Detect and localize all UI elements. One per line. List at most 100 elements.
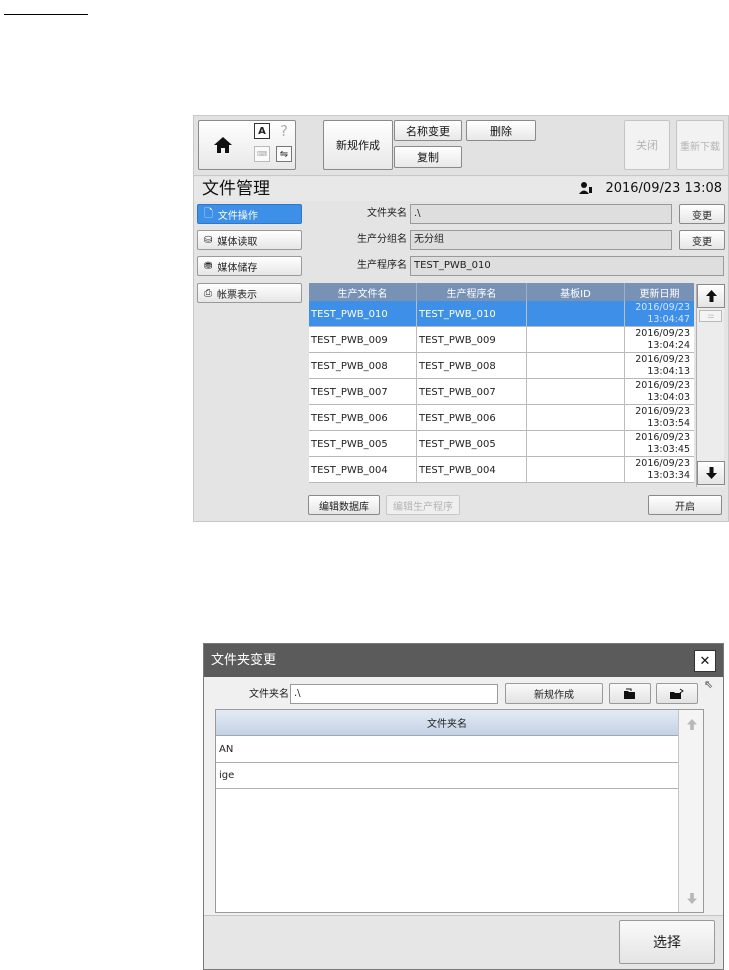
program-row: 生产程序名 TEST_PWB_010 bbox=[309, 256, 725, 276]
folder-up-icon bbox=[670, 688, 684, 699]
table-row[interactable]: TEST_PWB_008 TEST_PWB_008 2016/09/23 13:0… bbox=[309, 353, 694, 379]
cell-date: 2016/09/23 13:03:54 bbox=[625, 405, 694, 431]
table-row[interactable]: TEST_PWB_005 TEST_PWB_005 2016/09/23 13:0… bbox=[309, 431, 694, 457]
home-icon bbox=[214, 137, 232, 153]
table-header: 生产文件名 生产程序名 基板ID 更新日期 bbox=[309, 283, 694, 301]
close-button[interactable]: 关闭 bbox=[624, 120, 670, 170]
page-top-rule bbox=[4, 14, 88, 15]
cell-board-id bbox=[527, 405, 625, 431]
edit-program-button[interactable]: 编辑生产程序 bbox=[386, 495, 460, 515]
user-icon bbox=[579, 181, 593, 197]
arrow-down-icon bbox=[705, 467, 717, 479]
dialog-footer: 选择 bbox=[204, 915, 723, 969]
cell-file: TEST_PWB_007 bbox=[309, 379, 417, 405]
list-item[interactable]: ige bbox=[216, 763, 678, 789]
folder-list: 文件夹名 AN ige bbox=[215, 709, 704, 913]
group-change-button[interactable]: 变更 bbox=[679, 230, 725, 250]
sidebar-item-label: 帐票表示 bbox=[217, 289, 257, 301]
close-icon[interactable]: ✕ bbox=[694, 650, 716, 672]
col-update-date[interactable]: 更新日期 bbox=[625, 283, 694, 301]
cell-file: TEST_PWB_009 bbox=[309, 327, 417, 353]
table-scrollbar[interactable]: :::::: bbox=[696, 284, 725, 487]
open-folder-button[interactable] bbox=[609, 683, 651, 704]
new-create-button[interactable]: 新规作成 bbox=[323, 120, 393, 170]
program-field[interactable]: TEST_PWB_010 bbox=[410, 256, 724, 276]
cell-date: 2016/09/23 13:03:34 bbox=[625, 457, 694, 483]
cell-date-day: 2016/09/23 bbox=[635, 458, 690, 469]
scroll-down-button[interactable] bbox=[679, 886, 704, 910]
col-file-name[interactable]: 生产文件名 bbox=[309, 283, 417, 301]
select-button[interactable]: 选择 bbox=[619, 920, 715, 964]
sidebar-item-file-ops[interactable]: 🗋 文件操作 bbox=[197, 204, 302, 224]
folder-up-button[interactable] bbox=[656, 683, 698, 704]
new-folder-button[interactable]: 新规作成 bbox=[505, 683, 603, 704]
cell-date-day: 2016/09/23 bbox=[635, 302, 690, 313]
dialog-titlebar: 文件夹变更 ✕ bbox=[204, 644, 723, 677]
cell-board-id bbox=[527, 353, 625, 379]
folder-change-dialog: 文件夹变更 ✕ 文件夹名 .\ 新规作成 ⇖ 文件夹名 AN ige 选择 bbox=[203, 643, 724, 970]
folder-list-header[interactable]: 文件夹名 bbox=[216, 710, 678, 736]
network-icon[interactable]: ⇋ bbox=[276, 146, 292, 162]
list-item[interactable]: AN bbox=[216, 737, 678, 763]
cell-board-id bbox=[527, 379, 625, 405]
cell-date-time: 13:03:54 bbox=[647, 418, 690, 429]
page-title: 文件管理 bbox=[202, 179, 270, 199]
datetime: 2016/09/23 13:08 bbox=[605, 181, 722, 196]
sidebar-item-media-read[interactable]: ⛁ 媒体读取 bbox=[197, 230, 302, 250]
table-row[interactable]: TEST_PWB_004 TEST_PWB_004 2016/09/23 13:0… bbox=[309, 457, 694, 483]
folder-field[interactable]: .\ bbox=[410, 204, 672, 224]
table-row[interactable]: TEST_PWB_009 TEST_PWB_009 2016/09/23 13:0… bbox=[309, 327, 694, 353]
media-save-icon: ⛃ bbox=[204, 260, 213, 272]
cell-date-day: 2016/09/23 bbox=[635, 354, 690, 365]
arrow-up-icon bbox=[686, 718, 697, 730]
folder-field[interactable]: .\ bbox=[290, 684, 498, 704]
scroll-up-button[interactable] bbox=[679, 712, 704, 736]
language-icon[interactable]: A bbox=[254, 123, 270, 139]
cell-board-id bbox=[527, 431, 625, 457]
delete-button[interactable]: 删除 bbox=[466, 120, 536, 141]
sidebar-item-label: 文件操作 bbox=[217, 210, 258, 222]
cell-program: TEST_PWB_010 bbox=[417, 301, 527, 327]
open-button[interactable]: 开启 bbox=[648, 495, 722, 515]
reload-button[interactable]: 重新下载 bbox=[676, 120, 724, 170]
scroll-down-button[interactable] bbox=[697, 461, 725, 485]
copy-button[interactable]: 复制 bbox=[394, 146, 462, 168]
sidebar-item-label: 媒体读取 bbox=[217, 236, 258, 248]
folder-label: 文件夹名 bbox=[249, 689, 289, 700]
group-field[interactable]: 无分组 bbox=[410, 230, 672, 250]
cell-date-time: 13:04:03 bbox=[647, 392, 690, 403]
cell-date: 2016/09/23 13:04:03 bbox=[625, 379, 694, 405]
rename-button[interactable]: 名称变更 bbox=[394, 120, 462, 141]
cell-program: TEST_PWB_005 bbox=[417, 431, 527, 457]
cell-file: TEST_PWB_010 bbox=[309, 301, 417, 327]
folder-change-button[interactable]: 变更 bbox=[679, 204, 725, 224]
scroll-thumb[interactable]: :::::: bbox=[699, 310, 722, 322]
cell-date-time: 13:04:47 bbox=[647, 314, 690, 325]
edit-database-button[interactable]: 编辑数据库 bbox=[308, 495, 380, 515]
keyboard-icon[interactable]: ⌨ bbox=[254, 146, 270, 162]
cell-program: TEST_PWB_007 bbox=[417, 379, 527, 405]
cell-date: 2016/09/23 13:04:24 bbox=[625, 327, 694, 353]
sidebar-item-media-save[interactable]: ⛃ 媒体储存 bbox=[197, 256, 302, 276]
file-ops-icon: 🗋 bbox=[204, 206, 213, 220]
media-read-icon: ⛁ bbox=[204, 234, 213, 246]
col-board-id[interactable]: 基板ID bbox=[527, 283, 625, 301]
group-row: 生产分组名 无分组 变更 bbox=[309, 230, 725, 250]
cell-date: 2016/09/23 13:04:47 bbox=[625, 301, 694, 327]
page-header: 文件管理 2016/09/23 13:08 bbox=[194, 177, 728, 201]
cell-date-time: 13:03:34 bbox=[647, 470, 690, 481]
table-row[interactable]: TEST_PWB_010 TEST_PWB_010 2016/09/23 13:0… bbox=[309, 301, 694, 327]
sidebar-item-report[interactable]: ⎙ 帐票表示 bbox=[197, 283, 302, 303]
sidebar-item-label: 媒体储存 bbox=[217, 262, 258, 274]
cell-board-id bbox=[527, 327, 625, 353]
cell-date-day: 2016/09/23 bbox=[635, 328, 690, 339]
cell-date-day: 2016/09/23 bbox=[635, 406, 690, 417]
table-row[interactable]: TEST_PWB_007 TEST_PWB_007 2016/09/23 13:0… bbox=[309, 379, 694, 405]
scroll-up-button[interactable] bbox=[697, 284, 725, 308]
arrow-up-icon bbox=[705, 290, 717, 302]
folder-list-scrollbar[interactable] bbox=[678, 710, 703, 912]
col-program-name[interactable]: 生产程序名 bbox=[417, 283, 527, 301]
table-row[interactable]: TEST_PWB_006 TEST_PWB_006 2016/09/23 13:0… bbox=[309, 405, 694, 431]
cell-file: TEST_PWB_006 bbox=[309, 405, 417, 431]
help-icon[interactable]: ? bbox=[276, 122, 292, 140]
